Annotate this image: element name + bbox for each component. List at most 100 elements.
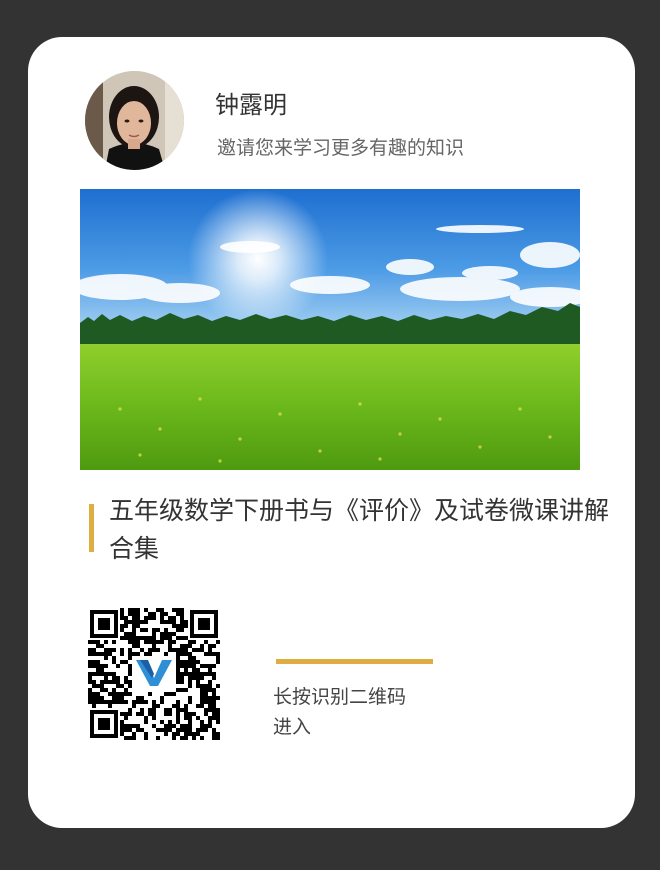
qr-module xyxy=(188,696,192,700)
qr-module xyxy=(124,716,128,720)
qr-module xyxy=(200,728,204,732)
qr-module xyxy=(176,676,180,680)
qr-module xyxy=(208,688,212,692)
qr-module xyxy=(196,704,200,708)
qr-module xyxy=(152,716,156,720)
qr-module xyxy=(100,668,104,672)
qr-module xyxy=(180,648,184,652)
qr-module xyxy=(188,700,192,704)
qr-module xyxy=(148,616,152,620)
qr-module xyxy=(172,608,176,612)
qr-module xyxy=(128,664,132,668)
qr-module xyxy=(96,660,100,664)
qr-module xyxy=(200,720,204,724)
qr-module xyxy=(124,680,128,684)
qr-module xyxy=(116,664,120,668)
qr-module xyxy=(168,712,172,716)
qr-module xyxy=(212,728,216,732)
qr-module xyxy=(100,696,104,700)
qr-module xyxy=(128,708,132,712)
qr-module xyxy=(88,664,92,668)
qr-module xyxy=(112,700,116,704)
qr-module xyxy=(192,676,196,680)
qr-module xyxy=(152,632,156,636)
qr-module xyxy=(88,696,92,700)
qr-module xyxy=(144,716,148,720)
qr-module xyxy=(100,688,104,692)
qr-module xyxy=(184,708,188,712)
qr-module xyxy=(128,636,132,640)
qr-module xyxy=(172,724,176,728)
qr-module xyxy=(136,696,140,700)
qr-module xyxy=(148,640,152,644)
qr-module xyxy=(180,616,184,620)
qr-module xyxy=(176,672,180,676)
qr-module xyxy=(104,700,108,704)
qr-module xyxy=(112,688,116,692)
hint-accent-line xyxy=(276,659,433,664)
qr-module xyxy=(128,684,132,688)
qr-module xyxy=(112,648,116,652)
qr-module xyxy=(176,704,180,708)
qr-module xyxy=(192,664,196,668)
qr-module xyxy=(132,736,136,740)
qr-module xyxy=(160,612,164,616)
qr-module xyxy=(216,656,220,660)
qr-module xyxy=(128,648,132,652)
qr-module xyxy=(164,712,168,716)
qr-module xyxy=(188,672,192,676)
qr-module xyxy=(208,680,212,684)
qr-module xyxy=(188,712,192,716)
qr-module xyxy=(132,620,136,624)
qr-module xyxy=(160,720,164,724)
qr-module xyxy=(196,660,200,664)
qr-module xyxy=(124,636,128,640)
qr-module xyxy=(216,716,220,720)
qr-module xyxy=(184,724,188,728)
qr-module xyxy=(212,672,216,676)
qr-module xyxy=(208,704,212,708)
qr-module xyxy=(180,724,184,728)
qr-module xyxy=(216,640,220,644)
qr-module xyxy=(164,724,168,728)
qr-module xyxy=(216,652,220,656)
qr-module xyxy=(132,612,136,616)
qr-module xyxy=(120,684,124,688)
qr-module xyxy=(176,652,180,656)
qr-module xyxy=(128,728,132,732)
qr-module xyxy=(132,652,136,656)
qr-module xyxy=(144,720,148,724)
qr-module xyxy=(156,628,160,632)
qr-module xyxy=(120,712,124,716)
qr-module xyxy=(104,672,108,676)
qr-module xyxy=(132,616,136,620)
qr-module xyxy=(216,736,220,740)
qr-module xyxy=(132,624,136,628)
qr-module xyxy=(184,668,188,672)
qr-module xyxy=(176,708,180,712)
qr-module xyxy=(108,652,112,656)
qr-module xyxy=(116,692,120,696)
share-card: 钟露明 邀请您来学习更多有趣的知识 五年级数学下册书与《评价》及试卷微课讲解合集… xyxy=(28,37,635,828)
qr-module xyxy=(172,732,176,736)
qr-module xyxy=(152,708,156,712)
qr-module xyxy=(92,652,96,656)
qr-module xyxy=(136,612,140,616)
qr-code-icon[interactable] xyxy=(88,608,220,740)
qr-module xyxy=(156,728,160,732)
qr-module xyxy=(180,672,184,676)
qr-module xyxy=(180,660,184,664)
qr-module xyxy=(212,704,216,708)
qr-module xyxy=(120,724,124,728)
qr-module xyxy=(208,668,212,672)
qr-module xyxy=(88,640,92,644)
qr-module xyxy=(176,624,180,628)
qr-module xyxy=(184,660,188,664)
qr-module xyxy=(108,672,112,676)
qr-module xyxy=(120,612,124,616)
qr-module xyxy=(124,676,128,680)
qr-module xyxy=(108,648,112,652)
qr-module xyxy=(212,688,216,692)
qr-module xyxy=(100,652,104,656)
qr-module xyxy=(88,688,92,692)
